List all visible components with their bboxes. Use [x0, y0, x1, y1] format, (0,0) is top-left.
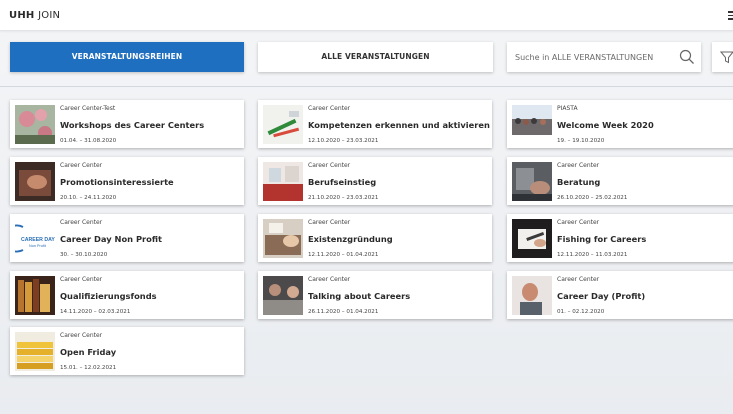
folders-photo — [15, 332, 55, 371]
card-organizer: Career Center — [60, 219, 103, 226]
app-logo[interactable]: UHH JOIN — [9, 10, 60, 21]
hand-photo — [15, 162, 55, 201]
filter-icon — [720, 51, 733, 64]
search-box — [507, 42, 701, 72]
books-photo — [15, 276, 55, 315]
card-organizer: Career Center — [557, 276, 600, 283]
card-organizer: Career Center — [308, 219, 351, 226]
crowd-photo — [512, 105, 552, 144]
event-series-card[interactable]: Career Center Beratung 26.10.2020 – 25.02.… — [507, 157, 733, 205]
logo-line1: CAREER DAY — [21, 237, 55, 243]
card-organizer: Career Center — [557, 162, 600, 169]
event-series-card[interactable]: Career Center Fishing for Careers 12.11.20… — [507, 214, 733, 262]
card-date: 01. – 02.12.2020 — [557, 309, 605, 315]
card-organizer: Career Center — [60, 162, 103, 169]
card-organizer: Career Center-Test — [60, 105, 116, 112]
event-series-card[interactable]: Career Center Existenzgründung 12.11.2020 … — [258, 214, 492, 262]
card-organizer: Career Center — [308, 276, 351, 283]
writing-photo — [512, 219, 552, 258]
card-date: 26.11.2020 – 01.04.2021 — [308, 309, 379, 315]
card-title: Career Day Non Profit — [60, 234, 162, 244]
card-date: 30. – 30.10.2020 — [60, 252, 108, 258]
card-title: Welcome Week 2020 — [557, 120, 654, 130]
card-title: Qualifizierungsfonds — [60, 291, 157, 301]
desk-photo — [263, 219, 303, 258]
logo-line2: Non Profit — [29, 244, 47, 248]
top-bar: UHH JOIN — [0, 0, 733, 31]
card-title: Existenzgründung — [308, 234, 393, 244]
divider — [0, 86, 733, 87]
card-title: Berufseinstieg — [308, 177, 377, 187]
card-title: Beratung — [557, 177, 601, 187]
card-title: Promotionsinteressierte — [60, 177, 174, 187]
event-series-card[interactable]: CAREER DAY Non Profit Career Center Career … — [10, 214, 244, 262]
card-title: Talking about Careers — [308, 291, 411, 301]
event-series-card[interactable]: Career Center-Test Workshops des Career C… — [10, 100, 244, 148]
card-title: Workshops des Career Centers — [60, 120, 205, 130]
card-organizer: Career Center — [308, 162, 351, 169]
all-events-tab[interactable]: ALLE VERANSTALTUNGEN — [258, 42, 493, 72]
card-organizer: PIASTA — [557, 105, 578, 112]
card-date: 20.10. – 24.11.2020 — [60, 195, 117, 201]
event-series-card[interactable]: PIASTA Welcome Week 2020 19. – 19.10.2020 — [507, 100, 733, 148]
consult-photo — [512, 162, 552, 201]
flowers-photo — [15, 105, 55, 144]
event-series-card[interactable]: Career Center Qualifizierungsfonds 14.11.2… — [10, 271, 244, 319]
card-title: Career Day (Profit) — [557, 291, 646, 301]
card-date: 26.10.2020 – 25.02.2021 — [557, 195, 628, 201]
card-organizer: Career Center — [60, 276, 103, 283]
search-input[interactable] — [507, 42, 677, 72]
card-date: 21.10.2020 – 23.03.2021 — [308, 195, 379, 201]
card-date: 19. – 19.10.2020 — [557, 138, 605, 144]
card-date: 15.01. – 12.02.2021 — [60, 365, 117, 371]
card-title: Open Friday — [60, 347, 117, 357]
meeting-photo — [263, 276, 303, 315]
card-organizer: Career Center — [60, 332, 103, 339]
card-date: 14.11.2020 – 02.03.2021 — [60, 309, 131, 315]
filter-button[interactable] — [712, 42, 733, 72]
career-day-logo: CAREER DAY Non Profit — [15, 219, 55, 258]
event-series-card[interactable]: Career Center Career Day (Profit) 01. – 02… — [507, 271, 733, 319]
toolbar: VERANSTALTUNGSREIHEN ALLE VERANSTALTUNGE… — [0, 42, 733, 72]
brand-bold: UHH — [9, 10, 35, 21]
card-organizer: Career Center — [308, 105, 351, 112]
menu-icon[interactable] — [728, 11, 733, 20]
event-series-card[interactable]: Career Center Promotionsinteressierte 20.1… — [10, 157, 244, 205]
event-series-card[interactable]: Career Center Berufseinstieg 21.10.2020 – … — [258, 157, 492, 205]
card-date: 12.11.2020 – 11.03.2021 — [557, 252, 628, 258]
card-organizer: Career Center — [557, 219, 600, 226]
search-icon[interactable] — [679, 49, 695, 65]
brand-light: JOIN — [38, 10, 61, 21]
card-date: 12.10.2020 – 23.03.2021 — [308, 138, 379, 144]
card-date: 01.04. – 31.08.2020 — [60, 138, 117, 144]
person-photo — [512, 276, 552, 315]
event-series-tab[interactable]: VERANSTALTUNGSREIHEN — [10, 42, 244, 72]
event-series-card[interactable]: Career Center Open Friday 15.01. – 12.02.2… — [10, 327, 244, 375]
card-title: Fishing for Careers — [557, 234, 647, 244]
event-series-card[interactable]: Career Center Talking about Careers 26.11.… — [258, 271, 492, 319]
markers-photo — [263, 105, 303, 144]
card-title: Kompetenzen erkennen und aktivieren — [308, 120, 490, 130]
event-series-card[interactable]: Career Center Kompetenzen erkennen und ak… — [258, 100, 492, 148]
office-photo — [263, 162, 303, 201]
card-date: 12.11.2020 – 01.04.2021 — [308, 252, 379, 258]
